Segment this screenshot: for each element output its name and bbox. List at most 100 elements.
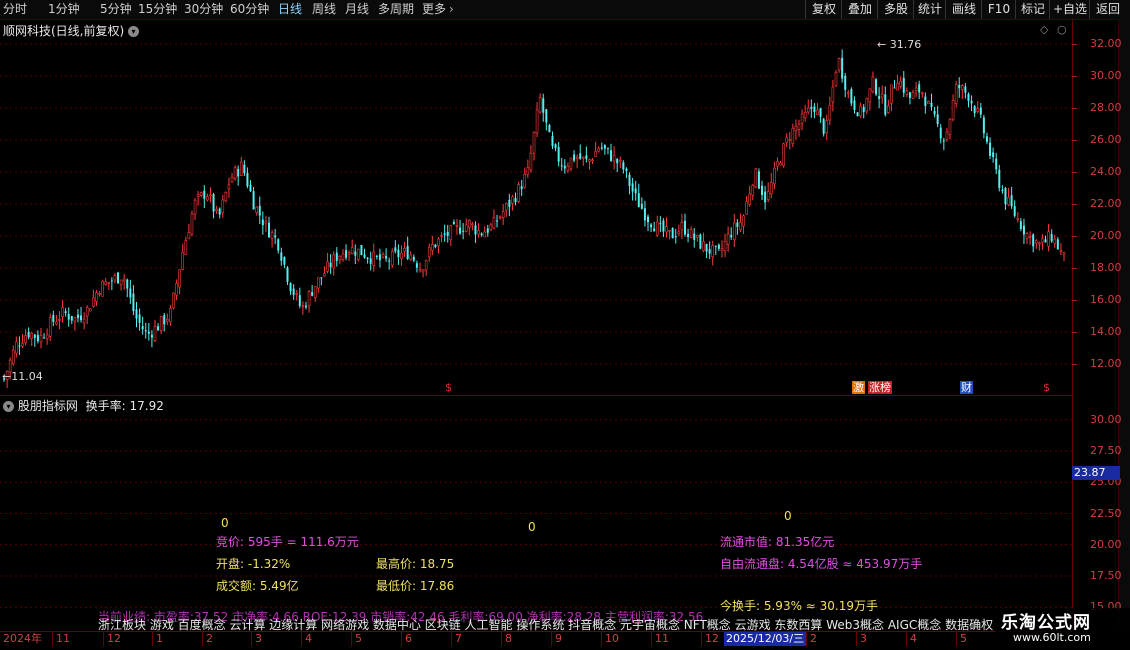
price-axis-label: 28.00 — [1090, 101, 1122, 114]
candle — [803, 104, 807, 122]
candle — [212, 192, 215, 219]
candle — [982, 114, 985, 139]
candle — [181, 243, 185, 271]
candle — [822, 117, 825, 137]
price-axis-tick — [1072, 140, 1077, 141]
period-tab-1min[interactable]: 1分钟 — [48, 1, 80, 18]
period-tab-more[interactable]: 更多 › — [422, 1, 454, 18]
candle — [850, 87, 853, 107]
candle — [769, 173, 773, 199]
period-tab-daily[interactable]: 日线 — [278, 1, 302, 18]
high-price-info: 最高价: 18.75 — [376, 557, 455, 571]
month-label: 1 — [152, 632, 163, 646]
multi-stock-button[interactable]: 多股 — [877, 0, 914, 19]
candle — [326, 252, 329, 274]
candle — [761, 180, 764, 201]
month-label: 4 — [906, 632, 917, 646]
period-tab-30min[interactable]: 30分钟 — [184, 1, 223, 18]
finance-marker[interactable]: 财 — [960, 381, 973, 394]
candle — [647, 214, 650, 231]
candle — [514, 192, 517, 206]
f10-button[interactable]: F10 — [981, 0, 1016, 19]
month-label: 10 — [601, 632, 619, 646]
candle — [730, 227, 733, 240]
candle — [548, 123, 551, 133]
candle — [973, 104, 976, 118]
period-tab-monthly[interactable]: 月线 — [345, 1, 369, 18]
candle — [1016, 212, 1020, 223]
candle — [385, 248, 388, 262]
candle — [967, 92, 970, 108]
candle — [43, 333, 46, 339]
candle — [643, 200, 646, 227]
candle — [132, 285, 135, 316]
period-tab-60min[interactable]: 60分钟 — [230, 1, 269, 18]
period-tab-15min[interactable]: 15分钟 — [138, 1, 177, 18]
candle — [122, 273, 126, 290]
candle — [520, 180, 523, 196]
candle — [119, 279, 123, 291]
candle — [573, 150, 576, 163]
candle — [415, 260, 418, 273]
price-axis-label: 18.00 — [1090, 261, 1122, 274]
candle — [1032, 233, 1035, 253]
candlestick-chart[interactable] — [0, 30, 1072, 395]
period-tab-5min[interactable]: 5分钟 — [100, 1, 132, 18]
candle — [689, 226, 693, 239]
candle — [39, 327, 43, 349]
candle — [498, 215, 502, 220]
add-watchlist-button[interactable]: +自选 — [1049, 0, 1090, 19]
candle — [203, 185, 206, 209]
candle — [36, 330, 39, 344]
draw-line-button[interactable]: 画线 — [945, 0, 982, 19]
back-button[interactable]: 返回 — [1089, 0, 1126, 19]
price-axis-tick — [1072, 300, 1077, 301]
candle — [394, 240, 397, 254]
price-axis-tick — [1072, 236, 1077, 237]
candle — [224, 191, 228, 203]
surge-marker[interactable]: 激 — [852, 381, 865, 394]
candle — [335, 247, 338, 267]
candle — [871, 71, 875, 94]
candle — [976, 101, 980, 114]
candle — [538, 93, 542, 114]
candle — [175, 279, 178, 301]
candle — [773, 161, 776, 190]
indicator-axis-label: 17.50 — [1090, 569, 1122, 582]
candle — [295, 289, 299, 301]
candle — [363, 248, 366, 259]
candle — [95, 289, 98, 307]
candle — [825, 114, 829, 140]
limit-list-marker[interactable]: 涨榜 — [868, 381, 892, 394]
period-tab-multi[interactable]: 多周期 — [378, 1, 414, 18]
candle — [890, 84, 893, 112]
candle — [332, 251, 336, 276]
candle — [304, 301, 307, 310]
candle — [496, 214, 499, 228]
period-tab-timeshare[interactable]: 分时 — [3, 1, 27, 18]
period-tab-weekly[interactable]: 周线 — [312, 1, 336, 18]
indicator-axis-label: 20.00 — [1090, 537, 1122, 551]
candle — [252, 186, 255, 210]
candle — [138, 308, 141, 331]
candle — [455, 218, 459, 235]
candle — [1038, 241, 1041, 251]
candle — [1059, 243, 1063, 256]
candle — [446, 224, 449, 243]
dividend-marker-2[interactable]: $ — [1043, 381, 1050, 394]
candle — [554, 143, 557, 152]
adjust-button[interactable]: 复权 — [805, 0, 842, 19]
overlay-button[interactable]: 叠加 — [841, 0, 878, 19]
statistics-button[interactable]: 统计 — [913, 0, 946, 19]
candle — [489, 222, 493, 232]
candle — [683, 213, 686, 237]
candle — [311, 284, 314, 297]
candle — [246, 167, 249, 189]
candle — [317, 277, 320, 293]
candle — [350, 239, 354, 255]
candle — [591, 157, 594, 164]
candle — [218, 207, 221, 219]
candle — [998, 164, 1001, 192]
mark-button[interactable]: 标记 — [1015, 0, 1050, 19]
dividend-marker[interactable]: $ — [445, 381, 452, 394]
